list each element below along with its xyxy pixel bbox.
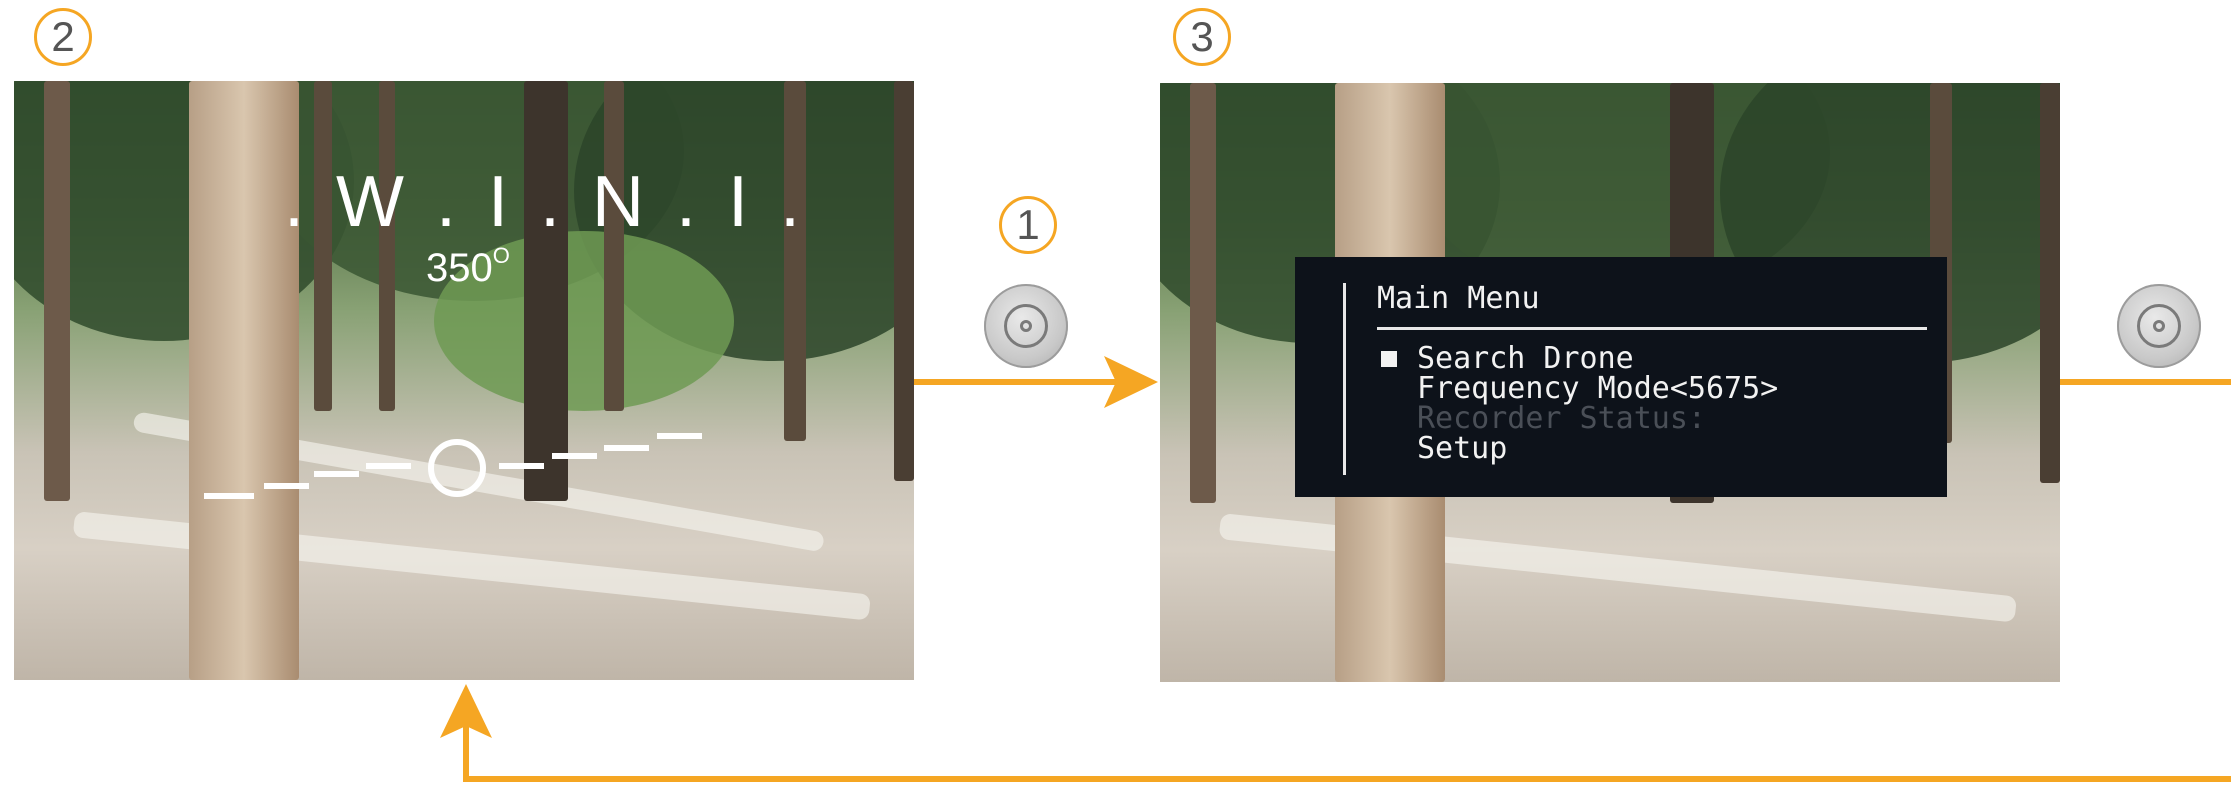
button-center xyxy=(1020,320,1032,332)
button-center xyxy=(2153,320,2165,332)
flow-arrows xyxy=(440,356,2231,782)
arrow-return-to-compass xyxy=(463,712,2231,782)
push-button-icon[interactable] xyxy=(984,284,1068,368)
push-button-icon[interactable] xyxy=(2117,284,2201,368)
